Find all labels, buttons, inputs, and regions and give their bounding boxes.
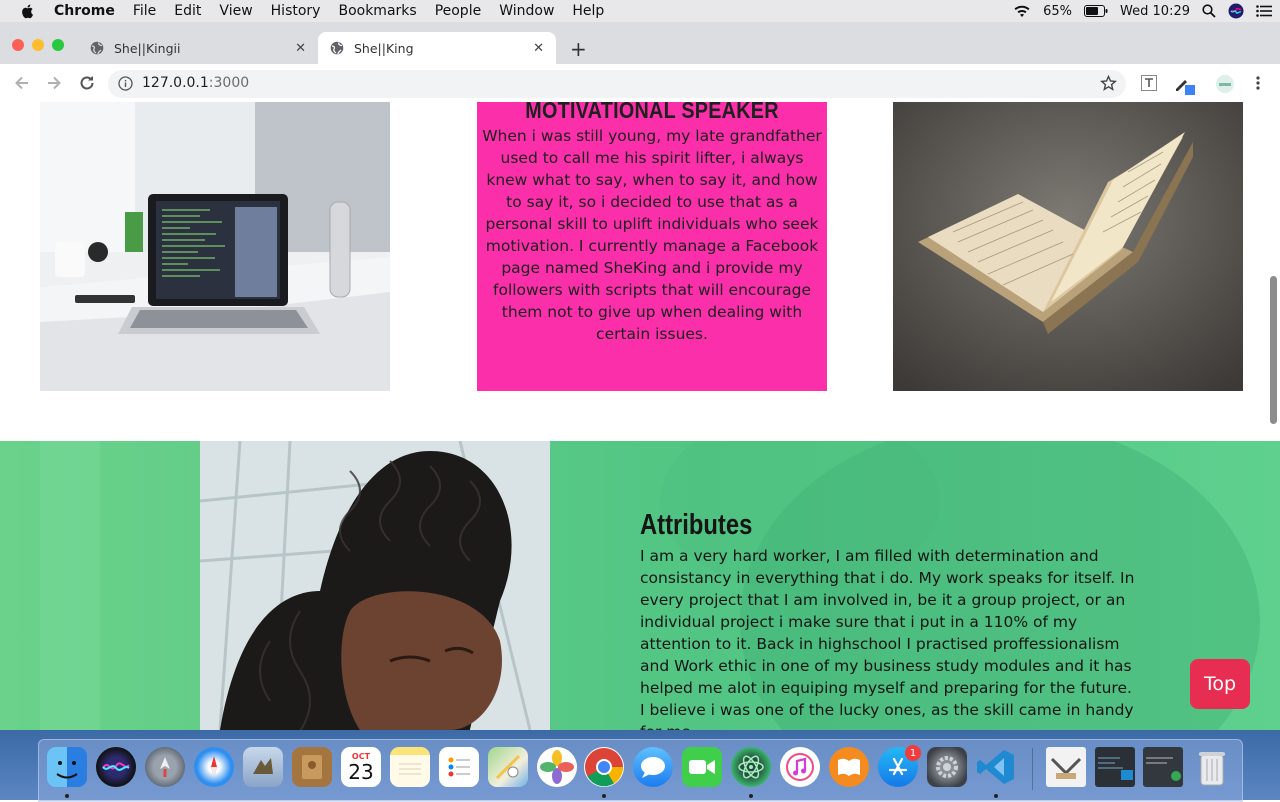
system-preferences-icon[interactable] <box>927 747 967 787</box>
page-scrollbar[interactable] <box>1270 276 1277 424</box>
calendar-icon[interactable]: OCT 23 <box>341 747 381 787</box>
terminal-window-preview-icon[interactable] <box>1095 747 1135 787</box>
downloads-stack-icon[interactable] <box>1046 747 1086 787</box>
chrome-menu-icon[interactable] <box>1252 75 1264 91</box>
atom-running-indicator <box>749 794 753 798</box>
app-store-badge: 1 <box>905 745 921 761</box>
apple-icon[interactable] <box>20 3 36 19</box>
attributes-title: Attributes <box>640 509 753 541</box>
vscode-icon[interactable] <box>976 747 1016 787</box>
contacts-icon[interactable] <box>292 747 332 787</box>
url-port: :3000 <box>208 75 250 91</box>
tab-title: She||King <box>354 40 414 56</box>
menu-history[interactable]: History <box>271 3 321 19</box>
wifi-icon[interactable] <box>1013 4 1031 18</box>
battery-icon[interactable] <box>1084 5 1108 17</box>
siri-icon[interactable] <box>96 747 136 787</box>
trash-icon[interactable] <box>1192 747 1232 787</box>
eyedropper-extension-icon[interactable] <box>1173 74 1195 96</box>
macos-menubar: Chrome File Edit View History Bookmarks … <box>0 0 1280 22</box>
site-info-icon[interactable] <box>118 76 133 91</box>
menu-bookmarks[interactable]: Bookmarks <box>338 3 416 19</box>
finder-running-indicator <box>65 794 69 798</box>
tab-title: She||Kingii <box>114 40 181 56</box>
book-photo <box>893 102 1243 391</box>
portrait-photo <box>200 441 550 730</box>
photos-icon[interactable] <box>537 747 577 787</box>
laptop-photo <box>40 102 390 391</box>
chrome-running-indicator <box>602 794 606 798</box>
facetime-icon[interactable] <box>682 747 722 787</box>
chrome-icon[interactable] <box>584 747 624 787</box>
finder-icon[interactable] <box>47 747 87 787</box>
spotlight-search-icon[interactable] <box>1202 4 1216 18</box>
tab-sheking[interactable]: She||King ✕ <box>318 32 556 64</box>
attributes-text: I am a very hard worker, I am filled wit… <box>640 547 1135 730</box>
siri-icon[interactable] <box>1228 3 1244 19</box>
menu-people[interactable]: People <box>435 3 482 19</box>
messages-icon[interactable] <box>633 747 673 787</box>
calendar-day: 23 <box>348 759 374 784</box>
new-tab-plus-icon[interactable]: + <box>570 37 587 61</box>
back-to-top-button[interactable]: Top <box>1190 659 1250 709</box>
clock[interactable]: Wed 10:29 <box>1120 4 1190 19</box>
battery-percent: 65% <box>1043 3 1073 19</box>
menu-window[interactable]: Window <box>499 3 554 19</box>
menu-chrome[interactable]: Chrome <box>54 3 115 19</box>
menu-edit[interactable]: Edit <box>174 3 201 19</box>
safari-icon[interactable] <box>194 747 234 787</box>
address-bar[interactable] <box>108 70 1126 98</box>
bookmark-star-icon[interactable] <box>1100 75 1117 92</box>
maps-icon[interactable] <box>488 747 528 787</box>
launchpad-icon[interactable] <box>145 747 185 787</box>
globe-icon <box>90 41 104 55</box>
text-extension-icon[interactable] <box>1141 75 1157 91</box>
back-arrow-icon[interactable] <box>12 73 32 93</box>
reminders-icon[interactable] <box>439 747 479 787</box>
profile-avatar-icon[interactable] <box>1215 74 1235 94</box>
window-preview-icon[interactable] <box>1143 747 1183 787</box>
address-url[interactable]: 127.0.0.1:3000 <box>142 75 249 91</box>
card-text: When i was still young, my late grandfat… <box>482 127 822 343</box>
vscode-running-indicator <box>994 794 998 798</box>
atom-editor-icon[interactable] <box>731 747 771 787</box>
minimize-window-button[interactable] <box>32 39 44 51</box>
tab-shekingii[interactable]: She||Kingii ✕ <box>80 32 318 64</box>
laptop-illustration <box>40 102 390 391</box>
portrait-illustration <box>200 441 550 730</box>
notes-icon[interactable] <box>390 747 430 787</box>
close-window-button[interactable] <box>12 39 24 51</box>
page-viewport: MOTIVATIONAL SPEAKER When i was still yo… <box>0 102 1280 730</box>
menu-file[interactable]: File <box>133 3 156 19</box>
tab-close-icon[interactable]: ✕ <box>295 41 306 56</box>
notification-center-icon[interactable] <box>1256 5 1272 17</box>
forward-arrow-icon[interactable] <box>44 73 64 93</box>
menu-view[interactable]: View <box>219 3 252 19</box>
tab-close-icon[interactable]: ✕ <box>533 41 544 56</box>
menu-help[interactable]: Help <box>572 3 604 19</box>
reload-icon[interactable] <box>77 73 97 93</box>
card-title: MOTIVATIONAL SPEAKER <box>525 102 779 123</box>
globe-icon <box>330 41 344 55</box>
maximize-window-button[interactable] <box>52 39 64 51</box>
mail-icon[interactable] <box>243 747 283 787</box>
dock-divider <box>1032 748 1033 790</box>
motivational-speaker-card: MOTIVATIONAL SPEAKER When i was still yo… <box>477 102 827 391</box>
itunes-icon[interactable] <box>780 747 820 787</box>
ibooks-icon[interactable] <box>829 747 869 787</box>
open-book-illustration <box>893 102 1243 391</box>
url-host: 127.0.0.1 <box>142 75 209 91</box>
